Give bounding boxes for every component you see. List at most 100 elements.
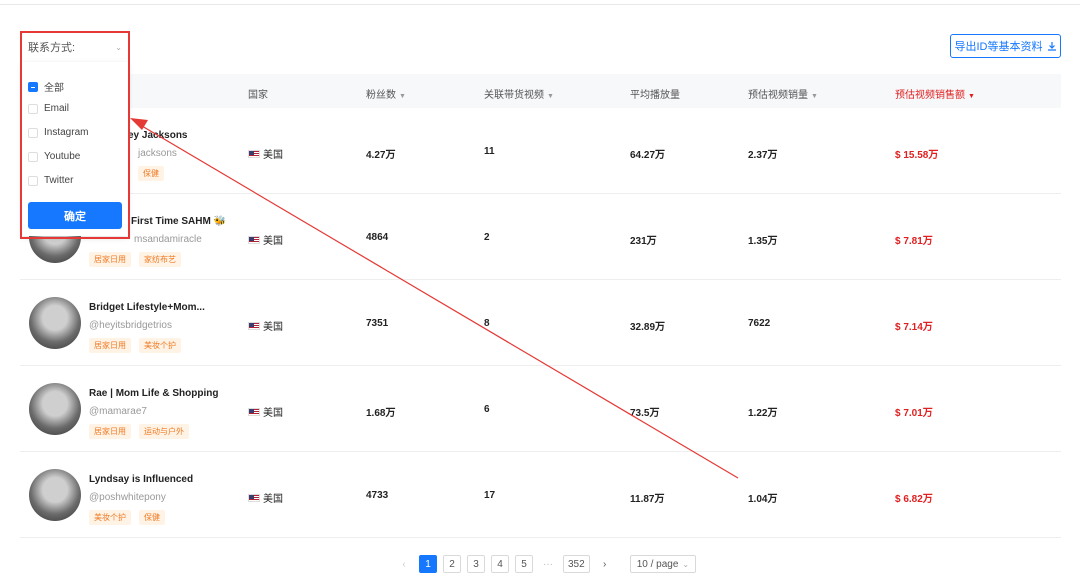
checkbox-icon[interactable] [28,127,38,138]
download-icon [1047,42,1056,51]
header-linked-videos[interactable]: 关联带货视频 ▼ [484,86,554,101]
page-size-select[interactable]: 10 / page ⌄ [629,555,697,573]
country-label: 美国 [263,494,283,505]
us-flag-icon [248,321,260,330]
option-email[interactable]: Email [28,103,69,114]
ellipsis[interactable]: ··· [539,555,557,573]
header-est-sales[interactable]: 预估视频销量 ▼ [748,86,818,101]
contact-filter-select[interactable]: 联系方式: ⌄ [22,36,128,58]
chevron-down-icon: ⌄ [682,559,690,569]
creator-name[interactable]: First Time SAHM 🐝 [131,216,226,227]
table-row[interactable]: rney Jacksons jacksons 保健 美国 4.27万 11 64… [20,108,1061,194]
avg-views-cell: 73.5万 [630,408,660,419]
category-tag: 运动与户外 [139,424,189,439]
sort-down-icon: ▼ [968,93,975,100]
header-est-revenue[interactable]: 预估视频销售额 ▼ [895,86,975,101]
country-cell: 美国 [248,232,283,247]
contact-filter-label: 联系方式: [28,42,76,54]
page-button[interactable]: 1 [419,555,437,573]
creator-name[interactable]: Bridget Lifestyle+Mom... [89,302,205,313]
page-button[interactable]: 5 [515,555,533,573]
sort-down-icon: ▼ [547,93,554,100]
next-page-icon[interactable]: › [595,555,614,573]
header-linked-videos-label: 关联带货视频 [484,90,544,101]
linked-videos-cell: 6 [484,404,490,415]
option-all-label: 全部 [44,83,64,94]
us-flag-icon [248,407,260,416]
option-instagram[interactable]: Instagram [28,127,88,138]
table-row[interactable]: Bridget Lifestyle+Mom... @heyitsbridgetr… [20,280,1061,366]
category-tag: 家纺布艺 [139,252,181,267]
checkbox-icon[interactable] [28,103,38,114]
page-button[interactable]: 4 [491,555,509,573]
pagination: ‹ 1 2 3 4 5 ··· 352 › 10 / page ⌄ [395,555,697,573]
est-revenue-cell: $ 7.81万 [895,236,933,247]
option-youtube-label: Youtube [44,151,81,162]
top-divider [0,4,1080,5]
export-button-label: 导出ID等基本资料 [954,41,1043,53]
checkbox-checked-icon[interactable] [28,81,38,92]
creator-name[interactable]: Rae | Mom Life & Shopping [89,388,218,399]
country-cell: 美国 [248,404,283,419]
header-followers[interactable]: 粉丝数 ▼ [366,86,406,101]
creator-handle: jacksons [138,148,177,159]
table-header: 国家 粉丝数 ▼ 关联带货视频 ▼ 平均播放量 预估视频销量 ▼ 预估视频销售额 ▼ [20,74,1061,108]
checkbox-icon[interactable] [28,151,38,162]
chevron-down-icon: ⌄ [115,42,122,52]
creator-handle: @mamarae7 [89,406,147,417]
export-button[interactable]: 导出ID等基本资料 [950,34,1061,58]
header-country: 国家 [248,90,268,101]
avg-views-cell: 11.87万 [630,494,665,505]
linked-videos-cell: 17 [484,490,496,501]
creator-handle: @heyitsbridgetrios [89,320,172,331]
avatar[interactable] [29,469,81,521]
avatar[interactable] [29,297,81,349]
table-row[interactable]: Lyndsay is Influenced @poshwhitepony 美妆个… [20,452,1061,538]
avg-views-cell: 231万 [630,236,657,247]
avg-views-cell: 32.89万 [630,322,666,333]
country-cell: 美国 [248,318,283,333]
us-flag-icon [248,235,260,244]
page-button[interactable]: 2 [443,555,461,573]
page-button[interactable]: 3 [467,555,485,573]
sort-down-icon: ▼ [811,93,818,100]
prev-page-icon[interactable]: ‹ [395,555,413,573]
header-est-sales-label: 预估视频销量 [748,90,808,101]
followers-cell: 4864 [366,232,389,243]
followers-cell: 1.68万 [366,408,396,419]
creator-name[interactable]: rney Jacksons [118,130,188,141]
est-sales-cell: 1.22万 [748,408,778,419]
avg-views-cell: 64.27万 [630,150,666,161]
table-row[interactable]: First Time SAHM 🐝 msandamiracle 居家日用 家纺布… [20,194,1061,280]
header-followers-label: 粉丝数 [366,90,396,101]
category-tag: 居家日用 [89,252,131,267]
sort-down-icon: ▼ [399,93,406,100]
last-page-button[interactable]: 352 [563,555,590,573]
category-tag: 美妆个护 [139,338,181,353]
est-revenue-cell: $ 7.14万 [895,322,933,333]
creator-handle: @poshwhitepony [89,492,166,503]
category-tag: 居家日用 [89,424,131,439]
country-label: 美国 [263,408,283,419]
est-revenue-cell: $ 15.58万 [895,150,939,161]
option-all[interactable]: 全部 [28,79,64,94]
followers-cell: 4733 [366,490,389,501]
confirm-button[interactable]: 确定 [28,202,122,229]
category-tag: 保健 [139,510,165,525]
country-label: 美国 [263,150,283,161]
option-youtube[interactable]: Youtube [28,151,80,162]
option-instagram-label: Instagram [44,127,89,138]
country-cell: 美国 [248,490,283,505]
checkbox-icon[interactable] [28,175,38,186]
option-twitter[interactable]: Twitter [28,175,73,186]
est-sales-cell: 1.04万 [748,494,778,505]
est-revenue-cell: $ 6.82万 [895,494,933,505]
creator-name[interactable]: Lyndsay is Influenced [89,474,193,485]
option-twitter-label: Twitter [44,175,74,186]
avatar[interactable] [29,383,81,435]
category-tag: 居家日用 [89,338,131,353]
us-flag-icon [248,493,260,502]
table-row[interactable]: Rae | Mom Life & Shopping @mamarae7 居家日用… [20,366,1061,452]
linked-videos-cell: 2 [484,232,490,243]
country-label: 美国 [263,236,283,247]
